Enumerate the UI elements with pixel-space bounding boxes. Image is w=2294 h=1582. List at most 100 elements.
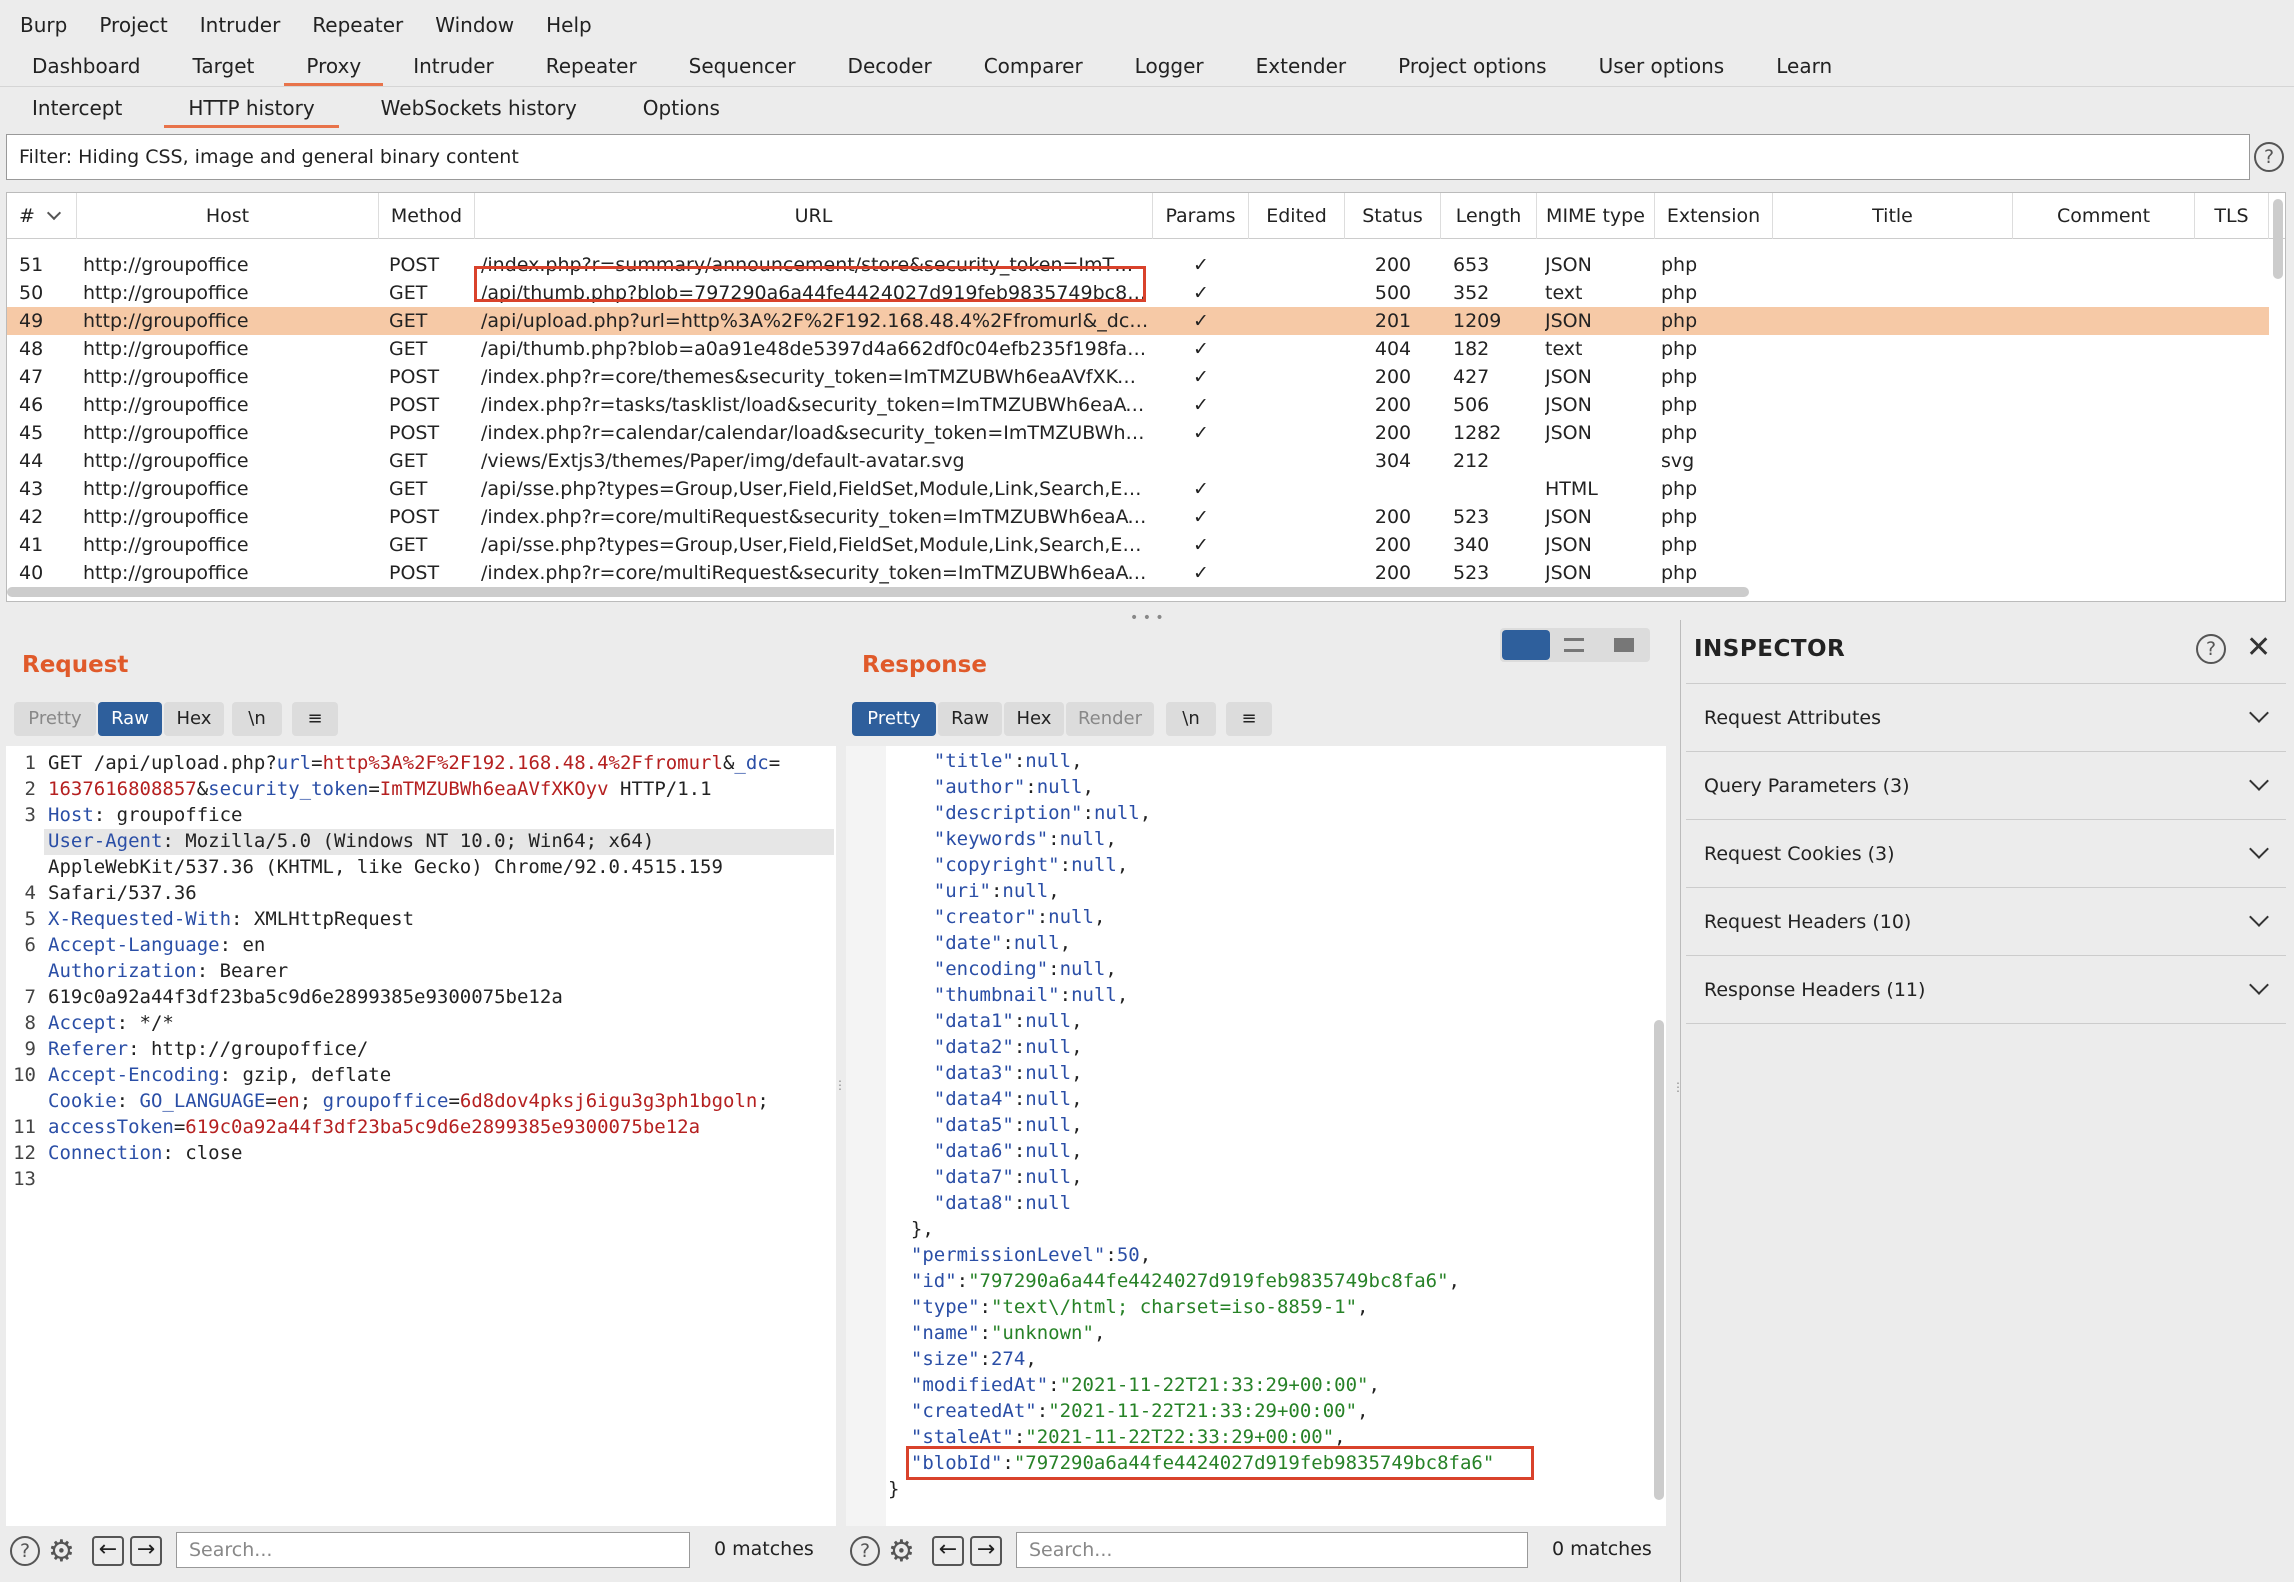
col-comment[interactable]: Comment xyxy=(2013,193,2195,239)
response-help-icon[interactable]: ? xyxy=(850,1536,880,1566)
tab-proxy[interactable]: Proxy xyxy=(284,46,384,86)
response-raw-button[interactable]: Raw xyxy=(938,702,1002,736)
table-row[interactable]: 45 http://groupoffice POST/index.php?r=cal… xyxy=(7,419,2269,447)
response-menu-button[interactable]: ≡ xyxy=(1226,702,1272,736)
inspector-request-headers[interactable]: Request Headers (10) xyxy=(1686,888,2286,956)
table-row[interactable]: 47 http://groupoffice POST/index.php?r=cor… xyxy=(7,363,2269,391)
tab-extender[interactable]: Extender xyxy=(1234,46,1369,86)
cell-url: /api/thumb.php?blob=a0a91e48de5397d4a662… xyxy=(481,338,1149,360)
help-icon[interactable]: ? xyxy=(2254,142,2284,172)
tab-http-history[interactable]: HTTP history xyxy=(164,88,339,128)
menu-burp[interactable]: Burp xyxy=(20,13,67,37)
col-title[interactable]: Title xyxy=(1773,193,2013,239)
response-v-scrollbar[interactable] xyxy=(1654,1020,1664,1500)
response-pretty-button[interactable]: Pretty xyxy=(852,702,936,736)
layout-rows-icon[interactable] xyxy=(1564,638,1584,652)
cell-method: GET xyxy=(389,478,428,500)
col-url[interactable]: URL xyxy=(475,193,1153,239)
tab-project-options[interactable]: Project options xyxy=(1376,46,1568,86)
response-render-button[interactable]: Render xyxy=(1066,702,1154,736)
menu-window[interactable]: Window xyxy=(435,13,514,37)
cell-num: 48 xyxy=(19,338,44,360)
cell-mime: JSON xyxy=(1545,506,1592,528)
layout-single-icon[interactable] xyxy=(1614,638,1634,652)
tab-sequencer[interactable]: Sequencer xyxy=(667,46,818,86)
tab-options[interactable]: Options xyxy=(619,88,744,128)
menu-intruder[interactable]: Intruder xyxy=(200,13,281,37)
table-row[interactable]: 41 http://groupoffice GET/api/sse.php?type… xyxy=(7,531,2269,559)
table-row[interactable]: 46 http://groupoffice POST/index.php?r=tas… xyxy=(7,391,2269,419)
request-hex-button[interactable]: Hex xyxy=(164,702,224,736)
h-scrollbar[interactable] xyxy=(7,587,1749,597)
tab-user-options[interactable]: User options xyxy=(1577,46,1747,86)
col-status[interactable]: Status xyxy=(1345,193,1441,239)
table-row[interactable]: 44 http://groupoffice GET/views/Extjs3/the… xyxy=(7,447,2269,475)
col-params[interactable]: Params xyxy=(1153,193,1249,239)
cell-ext: php xyxy=(1661,534,1698,556)
cell-params: ✓ xyxy=(1193,394,1209,416)
tab-websockets-history[interactable]: WebSockets history xyxy=(357,88,601,128)
tab-logger[interactable]: Logger xyxy=(1113,46,1226,86)
tab-repeater[interactable]: Repeater xyxy=(524,46,659,86)
cell-num: 43 xyxy=(19,478,44,500)
inspector-help-icon[interactable]: ? xyxy=(2196,634,2226,664)
request-raw-button[interactable]: Raw xyxy=(98,702,162,736)
response-title: Response xyxy=(862,652,987,678)
request-body[interactable]: GET /api/upload.php?url=http%3A%2F%2F192… xyxy=(48,750,780,1192)
menu-repeater[interactable]: Repeater xyxy=(312,13,403,37)
tab-intercept[interactable]: Intercept xyxy=(0,88,146,128)
request-newline-button[interactable]: \n xyxy=(232,702,282,736)
inspector-title: INSPECTOR xyxy=(1694,636,1846,662)
inspector-response-headers[interactable]: Response Headers (11) xyxy=(1686,956,2286,1024)
request-help-icon[interactable]: ? xyxy=(10,1536,40,1566)
splitter-handle[interactable]: • • • xyxy=(1130,610,1164,626)
filter-bar[interactable]: Filter: Hiding CSS, image and general bi… xyxy=(6,134,2250,180)
response-forward-icon[interactable]: → xyxy=(970,1536,1002,1566)
cell-length: 506 xyxy=(1453,394,1490,416)
request-search-input[interactable]: Search... xyxy=(176,1532,690,1568)
col-extension[interactable]: Extension xyxy=(1655,193,1773,239)
inspector-request-cookies[interactable]: Request Cookies (3) xyxy=(1686,820,2286,888)
request-menu-button[interactable]: ≡ xyxy=(292,702,338,736)
col-length[interactable]: Length xyxy=(1441,193,1537,239)
table-row[interactable]: 43 http://groupoffice GET/api/sse.php?type… xyxy=(7,475,2269,503)
col-host[interactable]: Host xyxy=(77,193,379,239)
table-row[interactable]: 48 http://groupoffice GET/api/thumb.php?bl… xyxy=(7,335,2269,363)
table-row[interactable]: 49 http://groupoffice GET/api/upload.php?u… xyxy=(7,307,2269,335)
request-forward-icon[interactable]: → xyxy=(130,1536,162,1566)
tab-dashboard[interactable]: Dashboard xyxy=(0,46,163,86)
menu-project[interactable]: Project xyxy=(99,13,167,37)
col-edited[interactable]: Edited xyxy=(1249,193,1345,239)
col-tls[interactable]: TLS xyxy=(2195,193,2269,239)
request-back-icon[interactable]: ← xyxy=(92,1536,124,1566)
cell-length: 352 xyxy=(1453,282,1490,304)
response-body[interactable]: "title":null, "author":null, "descriptio… xyxy=(888,748,1494,1502)
tab-comparer[interactable]: Comparer xyxy=(962,46,1105,86)
menu-help[interactable]: Help xyxy=(546,13,592,37)
response-back-icon[interactable]: ← xyxy=(932,1536,964,1566)
tab-decoder[interactable]: Decoder xyxy=(826,46,954,86)
table-row[interactable]: 42 http://groupoffice POST/index.php?r=cor… xyxy=(7,503,2269,531)
response-settings-icon[interactable]: ⚙ xyxy=(888,1534,915,1569)
cell-url: /index.php?r=core/themes&security_token=… xyxy=(481,366,1149,388)
inspector-close-icon[interactable]: ✕ xyxy=(2246,630,2271,665)
col-mime[interactable]: MIME type xyxy=(1537,193,1655,239)
response-newline-button[interactable]: \n xyxy=(1166,702,1216,736)
inspector-query-parameters[interactable]: Query Parameters (3) xyxy=(1686,752,2286,820)
layout-split-icon[interactable] xyxy=(1502,630,1550,660)
tab-target[interactable]: Target xyxy=(171,46,277,86)
tab-learn[interactable]: Learn xyxy=(1754,46,1854,86)
cell-host: http://groupoffice xyxy=(83,254,249,276)
v-scrollbar[interactable] xyxy=(2273,199,2283,279)
response-hex-button[interactable]: Hex xyxy=(1004,702,1064,736)
response-search-input[interactable]: Search... xyxy=(1016,1532,1528,1568)
request-splitter-handle[interactable]: ⋮ xyxy=(834,1079,846,1110)
col-num[interactable]: # xyxy=(7,193,77,239)
inspector-splitter-handle[interactable]: ⋮ xyxy=(1672,1080,1684,1094)
col-method[interactable]: Method xyxy=(379,193,475,239)
request-pretty-button[interactable]: Pretty xyxy=(14,702,96,736)
tab-intruder[interactable]: Intruder xyxy=(391,46,516,86)
table-row[interactable]: 40 http://groupoffice POST/index.php?r=cor… xyxy=(7,559,2269,587)
request-settings-icon[interactable]: ⚙ xyxy=(48,1534,75,1569)
inspector-request-attributes[interactable]: Request Attributes xyxy=(1686,684,2286,752)
